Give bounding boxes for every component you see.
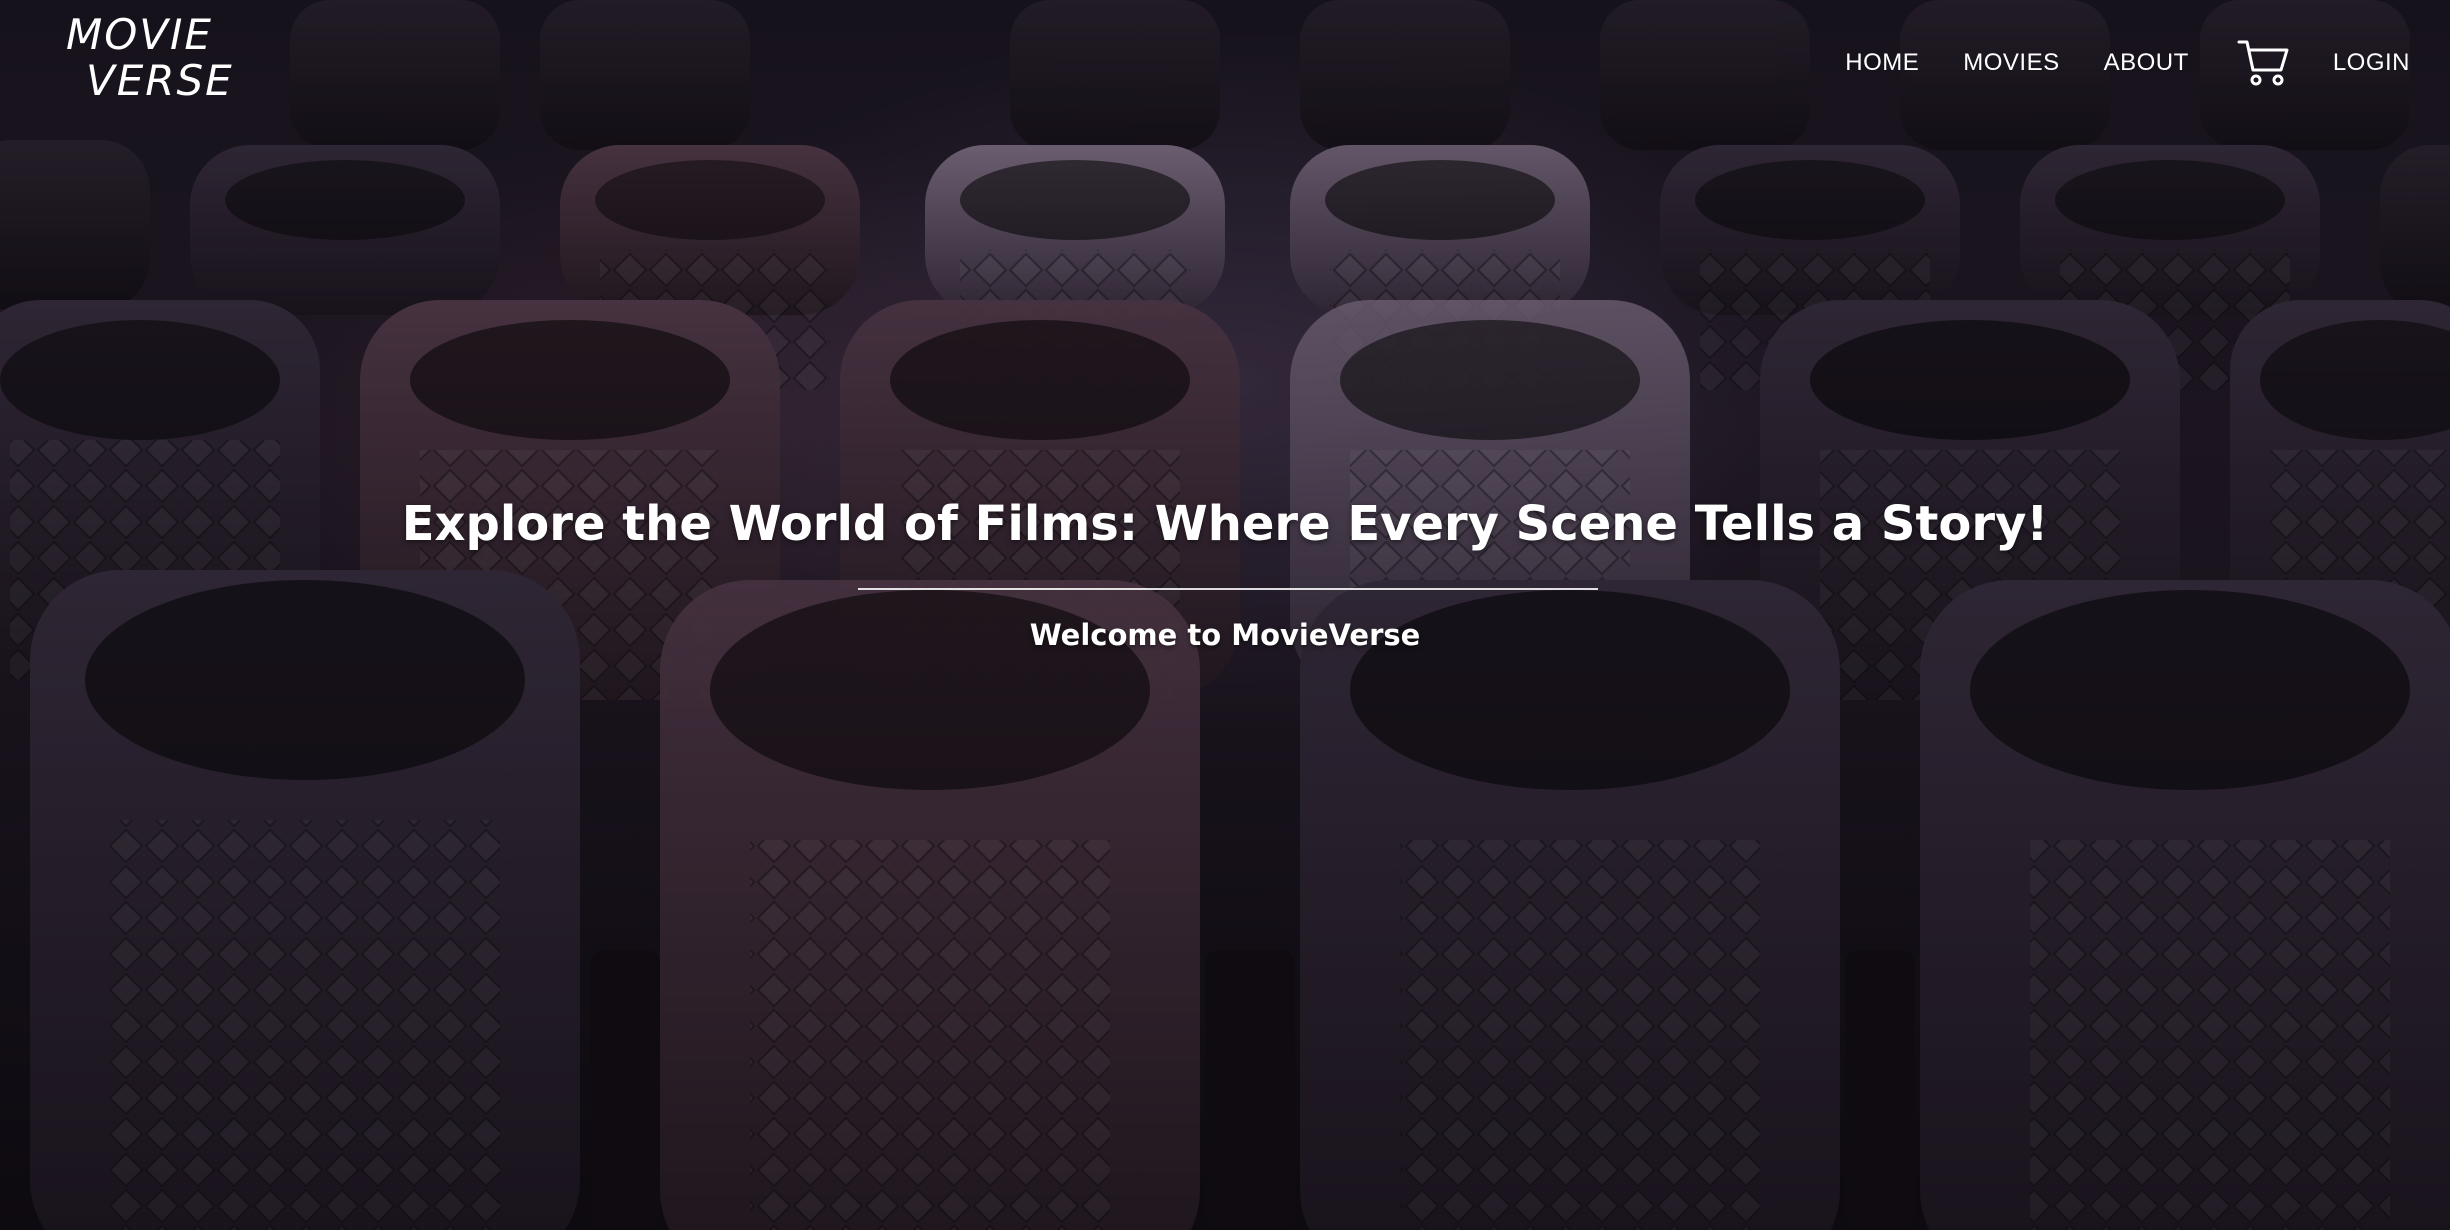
logo-line2: VERSE xyxy=(86,56,234,105)
nav-movies-link[interactable]: MOVIES xyxy=(1963,49,2059,77)
logo-line1: MOVIE xyxy=(66,10,213,59)
top-navigation: HOME MOVIES ABOUT LOGIN xyxy=(1801,38,2410,88)
hero-headline: Explore the World of Films: Where Every … xyxy=(401,496,2049,552)
hero-overlay xyxy=(0,0,2450,1230)
shopping-cart-icon[interactable] xyxy=(2237,38,2289,88)
hero-subheadline: Welcome to MovieVerse xyxy=(1029,618,1421,652)
hero-divider xyxy=(858,588,1598,590)
nav-about-link[interactable]: ABOUT xyxy=(2104,49,2189,77)
hero-section: MOVIE VERSE HOME MOVIES ABOUT LOGIN Expl… xyxy=(0,0,2450,1230)
login-link[interactable]: LOGIN xyxy=(2333,49,2410,77)
site-logo[interactable]: MOVIE VERSE xyxy=(66,12,234,104)
nav-home-link[interactable]: HOME xyxy=(1845,49,1919,77)
